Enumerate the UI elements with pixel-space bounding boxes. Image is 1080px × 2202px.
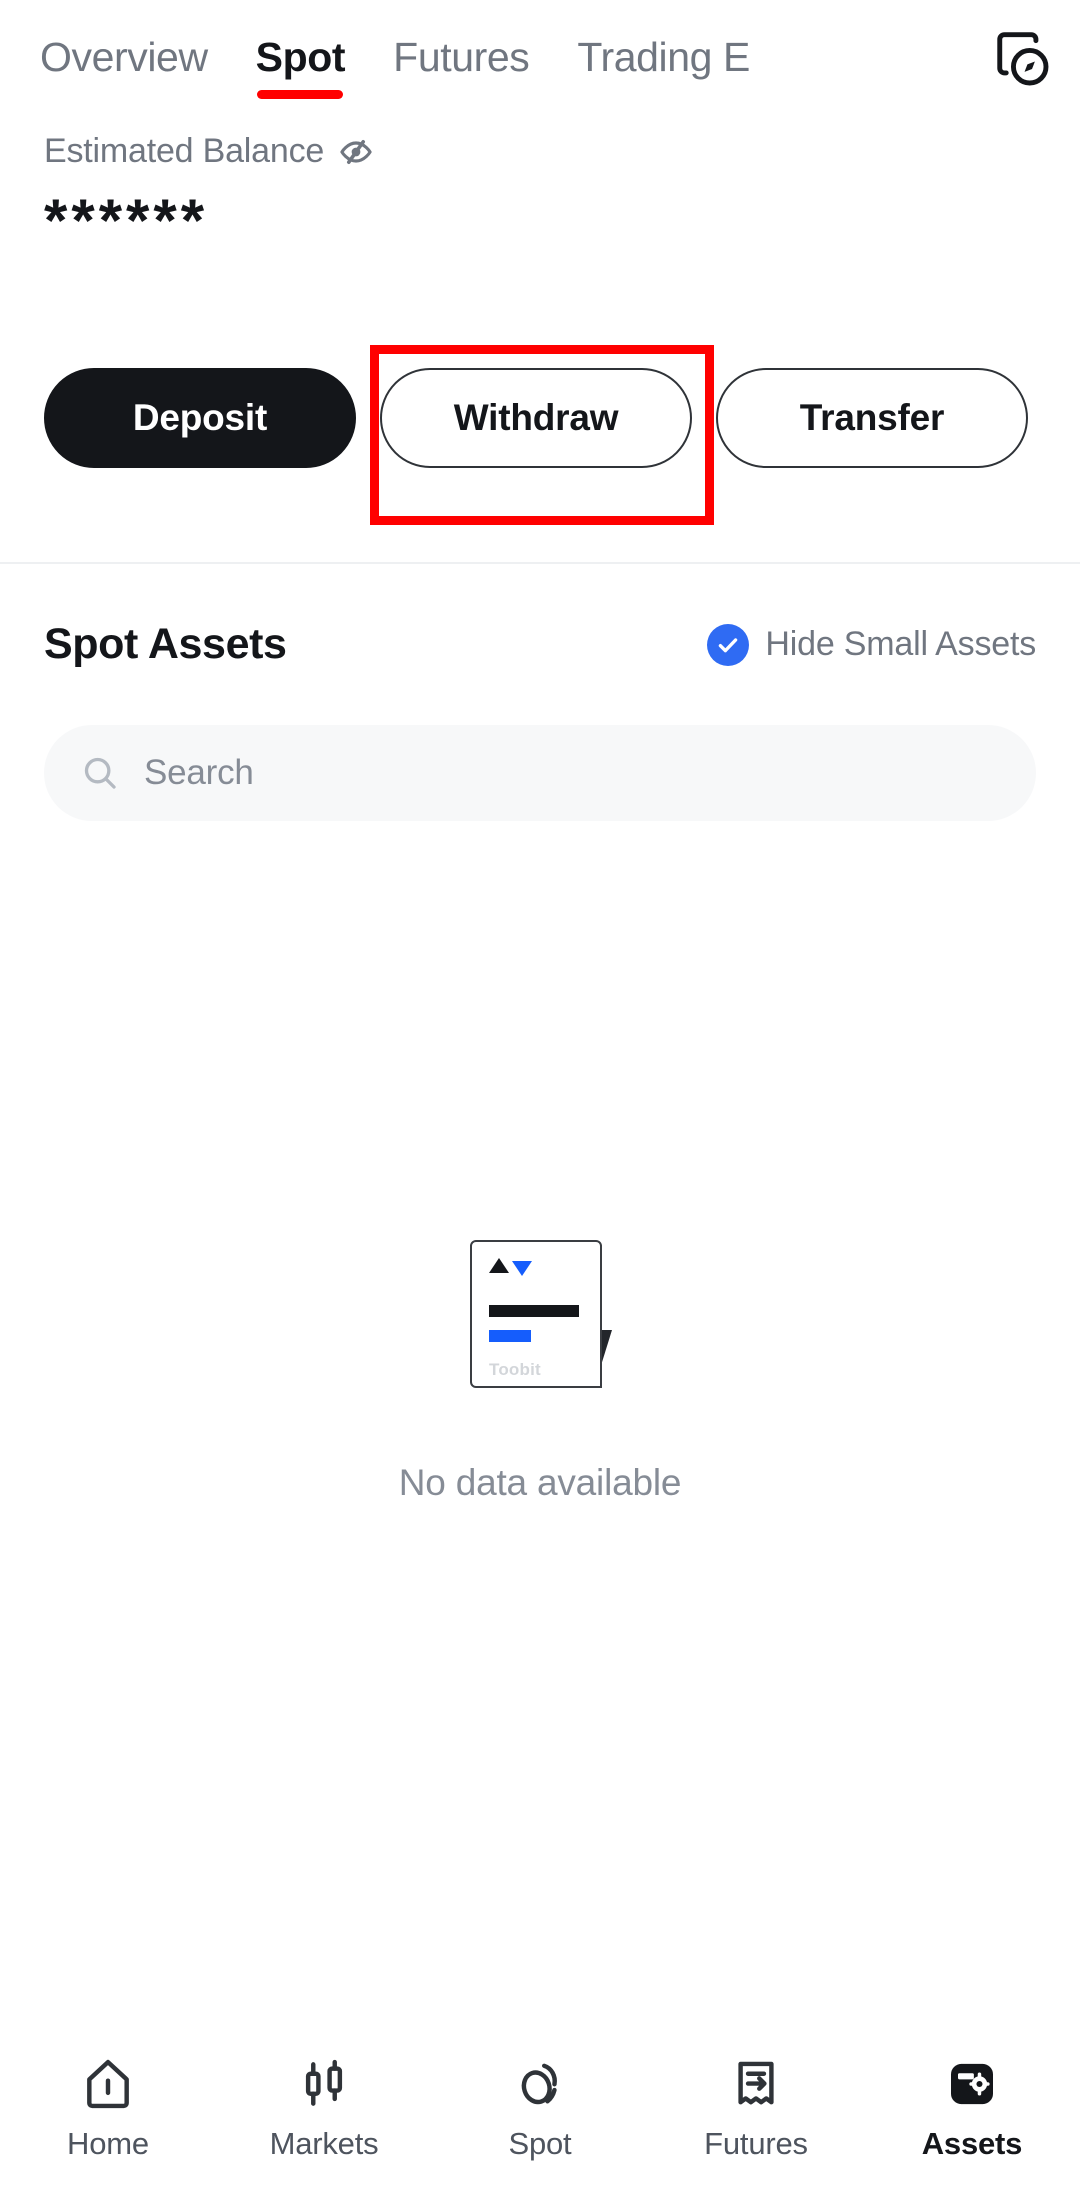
nav-item-assets-label: Assets	[921, 2126, 1023, 2161]
withdraw-button[interactable]: Withdraw	[380, 368, 692, 468]
transfer-button[interactable]: Transfer	[716, 368, 1028, 468]
illustration-brand-label: Toobit	[489, 1360, 541, 1379]
nav-item-spot-label: Spot	[508, 2126, 572, 2161]
search-icon	[84, 757, 116, 789]
top-tab-bar: Overview Spot Futures Trading E	[0, 0, 1080, 120]
receipt-arrow-icon	[738, 2061, 774, 2105]
asset-search-placeholder: Search	[144, 753, 254, 792]
hide-small-assets-toggle[interactable]: Hide Small Assets	[707, 623, 1036, 666]
tab-overview[interactable]: Overview	[40, 34, 208, 87]
spot-assets-header: Spot Assets Hide Small Assets	[0, 620, 1080, 669]
account-action-buttons: Deposit Withdraw Transfer	[44, 368, 1036, 468]
nav-item-markets[interactable]: Markets	[216, 2056, 432, 2162]
document-card-icon: Toobit	[470, 1240, 602, 1388]
tab-overview-label: Overview	[40, 33, 208, 80]
arrow-down-icon	[512, 1261, 532, 1276]
document-bar-dark	[489, 1305, 579, 1317]
transfer-button-label: Transfer	[799, 397, 945, 438]
assets-spot-screen: Overview Spot Futures Trading E Estimate…	[0, 0, 1080, 2202]
tab-futures[interactable]: Futures	[393, 33, 530, 87]
estimated-balance-block: Estimated Balance ******	[0, 132, 1080, 251]
nav-item-home[interactable]: Home	[0, 2056, 216, 2162]
document-bar-blue	[489, 1330, 531, 1342]
history-record-icon[interactable]	[992, 29, 1054, 91]
check-icon	[719, 637, 738, 652]
nav-item-markets-label: Markets	[269, 2126, 379, 2161]
withdraw-button-label: Withdraw	[453, 397, 619, 438]
empty-state: Toobit No data available	[0, 1240, 1080, 1504]
arrow-up-icon	[489, 1258, 509, 1273]
nav-item-home-label: Home	[67, 2126, 149, 2161]
swap-circles-icon	[521, 2063, 557, 2105]
candlestick-icon	[305, 2059, 343, 2106]
bottom-navigation-bar: Home Markets Spot Futures Assets	[0, 2028, 1080, 2202]
balance-label: Estimated Balance	[44, 132, 325, 170]
vault-icon	[951, 2063, 993, 2105]
balance-amount: ******	[44, 187, 209, 254]
hide-small-assets-label: Hide Small Assets	[765, 625, 1036, 663]
empty-state-message: No data available	[398, 1462, 682, 1503]
home-icon	[87, 2059, 129, 2109]
empty-state-illustration-icon: Toobit	[470, 1240, 612, 1390]
nav-item-spot[interactable]: Spot	[432, 2056, 648, 2162]
deposit-button[interactable]: Deposit	[44, 368, 356, 468]
balance-label-row: Estimated Balance	[0, 132, 1080, 171]
spot-assets-title: Spot Assets	[44, 620, 287, 668]
tab-trading-earn-label: Trading E	[577, 33, 751, 80]
hide-small-assets-checkbox[interactable]	[707, 623, 750, 666]
nav-item-futures-label: Futures	[704, 2126, 808, 2161]
price-arrows-icon	[489, 1258, 532, 1276]
asset-search-field[interactable]: Search	[44, 725, 1036, 821]
tab-spot[interactable]: Spot	[255, 33, 346, 99]
tab-futures-label: Futures	[393, 33, 530, 80]
active-tab-underline	[257, 89, 344, 99]
nav-item-assets[interactable]: Assets	[864, 2056, 1080, 2162]
tab-trading-earn[interactable]: Trading E	[577, 34, 750, 87]
deposit-button-label: Deposit	[132, 397, 268, 438]
eye-off-icon[interactable]	[338, 134, 374, 170]
nav-item-futures[interactable]: Futures	[648, 2056, 864, 2162]
tab-spot-label: Spot	[255, 33, 346, 80]
section-divider	[0, 562, 1080, 564]
